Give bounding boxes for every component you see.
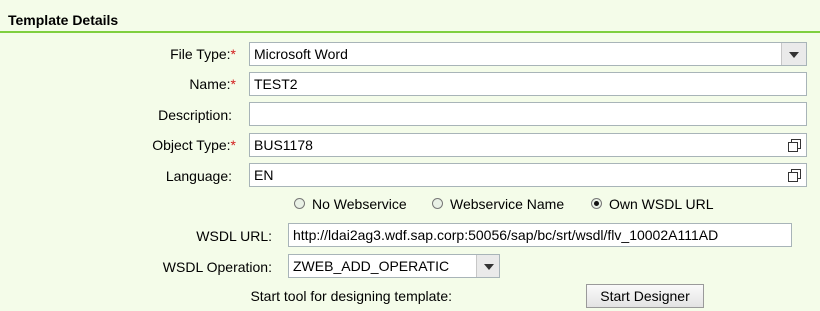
- wsdl-operation-value: ZWEB_ADD_OPERATIC: [293, 258, 450, 274]
- value-help-icon[interactable]: [782, 134, 806, 156]
- name-label: Name:*: [189, 76, 236, 92]
- file-type-label: File Type:*: [170, 46, 236, 62]
- object-type-label: Object Type:*: [152, 137, 236, 153]
- description-field[interactable]: [249, 102, 807, 126]
- wsdl-operation-dropdown[interactable]: ZWEB_ADD_OPERATIC: [288, 254, 500, 278]
- webservice-name-radio[interactable]: [432, 198, 443, 209]
- file-type-dropdown[interactable]: Microsoft Word: [249, 42, 807, 66]
- name-field[interactable]: TEST2: [249, 72, 807, 96]
- webservice-name-label[interactable]: Webservice Name: [450, 196, 564, 212]
- no-webservice-radio[interactable]: [294, 198, 305, 209]
- wsdl-operation-label: WSDL Operation:: [162, 259, 272, 275]
- language-value: EN: [254, 167, 274, 183]
- language-label: Language:: [165, 168, 232, 184]
- chevron-down-icon[interactable]: [476, 255, 499, 277]
- chevron-down-icon[interactable]: [781, 43, 806, 65]
- no-webservice-label[interactable]: No Webservice: [312, 196, 407, 212]
- own-wsdl-url-label[interactable]: Own WSDL URL: [609, 196, 714, 212]
- file-type-value: Microsoft Word: [254, 46, 348, 62]
- section-header: Template Details: [0, 0, 820, 33]
- section-title: Template Details: [8, 12, 119, 28]
- language-field[interactable]: EN: [249, 163, 807, 187]
- description-label: Description:: [158, 107, 232, 123]
- start-designer-button[interactable]: Start Designer: [586, 284, 704, 308]
- object-type-value: BUS1178: [254, 137, 313, 153]
- wsdl-url-field[interactable]: http://ldai2ag3.wdf.sap.corp:50056/sap/b…: [288, 223, 792, 247]
- own-wsdl-url-radio[interactable]: [591, 198, 602, 209]
- wsdl-url-label: WSDL URL:: [196, 228, 272, 244]
- name-value: TEST2: [254, 76, 298, 92]
- designer-label: Start tool for designing template:: [250, 288, 452, 304]
- value-help-icon[interactable]: [782, 164, 806, 186]
- wsdl-url-value: http://ldai2ag3.wdf.sap.corp:50056/sap/b…: [293, 227, 719, 243]
- object-type-field[interactable]: BUS1178: [249, 133, 807, 157]
